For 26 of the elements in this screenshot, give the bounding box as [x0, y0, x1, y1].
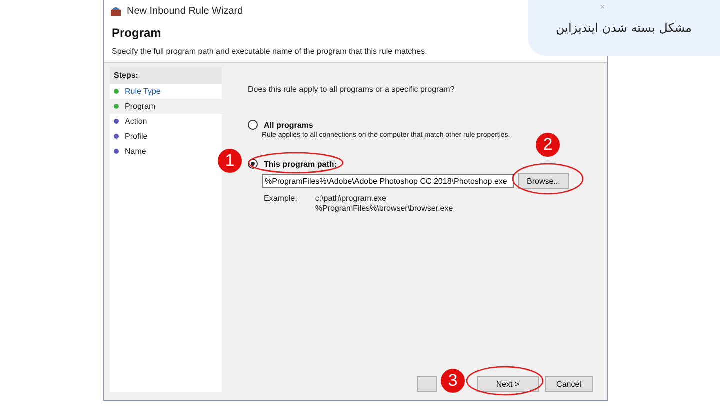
next-button[interactable]: Next >	[477, 376, 539, 392]
path-field[interactable]: %ProgramFiles%\Adobe\Adobe Photoshop CC 2018\Photoshop.exe	[262, 174, 514, 188]
page-heading: Program	[112, 26, 162, 40]
step-item[interactable]: Action	[110, 114, 222, 129]
example-path: c:\path\program.exe	[315, 194, 388, 203]
question-text: Does this rule apply to all programs or a specific program?	[248, 85, 456, 94]
step-item[interactable]: Profile	[110, 129, 222, 144]
option-label[interactable]: All programs	[264, 120, 314, 130]
example-label: Example:	[264, 194, 298, 205]
window-title: New Inbound Rule Wizard	[127, 6, 244, 16]
step-label: Profile	[125, 132, 148, 141]
browse-button[interactable]: Browse...	[518, 173, 570, 189]
step-item[interactable]: Rule Type	[110, 84, 222, 99]
step-item[interactable]: Program	[110, 99, 222, 114]
cancel-button[interactable]: Cancel	[545, 376, 593, 392]
page-description: Specify the full program path and executable name of the program that this rule matches.	[112, 47, 428, 56]
step-label: Name	[125, 147, 146, 156]
highlight-ellipse	[512, 163, 584, 195]
radio-button[interactable]	[248, 120, 258, 130]
step-label: Program	[125, 102, 156, 111]
banner-text: مشکل بسته شدن ایندیزاین	[556, 21, 692, 35]
example-path: %ProgramFiles%\browser\browser.exe	[315, 204, 454, 213]
step-label: Rule Type	[125, 87, 161, 96]
firewall-icon	[110, 6, 122, 16]
steps-heading: Steps:	[110, 67, 222, 84]
step-label: Action	[125, 117, 148, 126]
